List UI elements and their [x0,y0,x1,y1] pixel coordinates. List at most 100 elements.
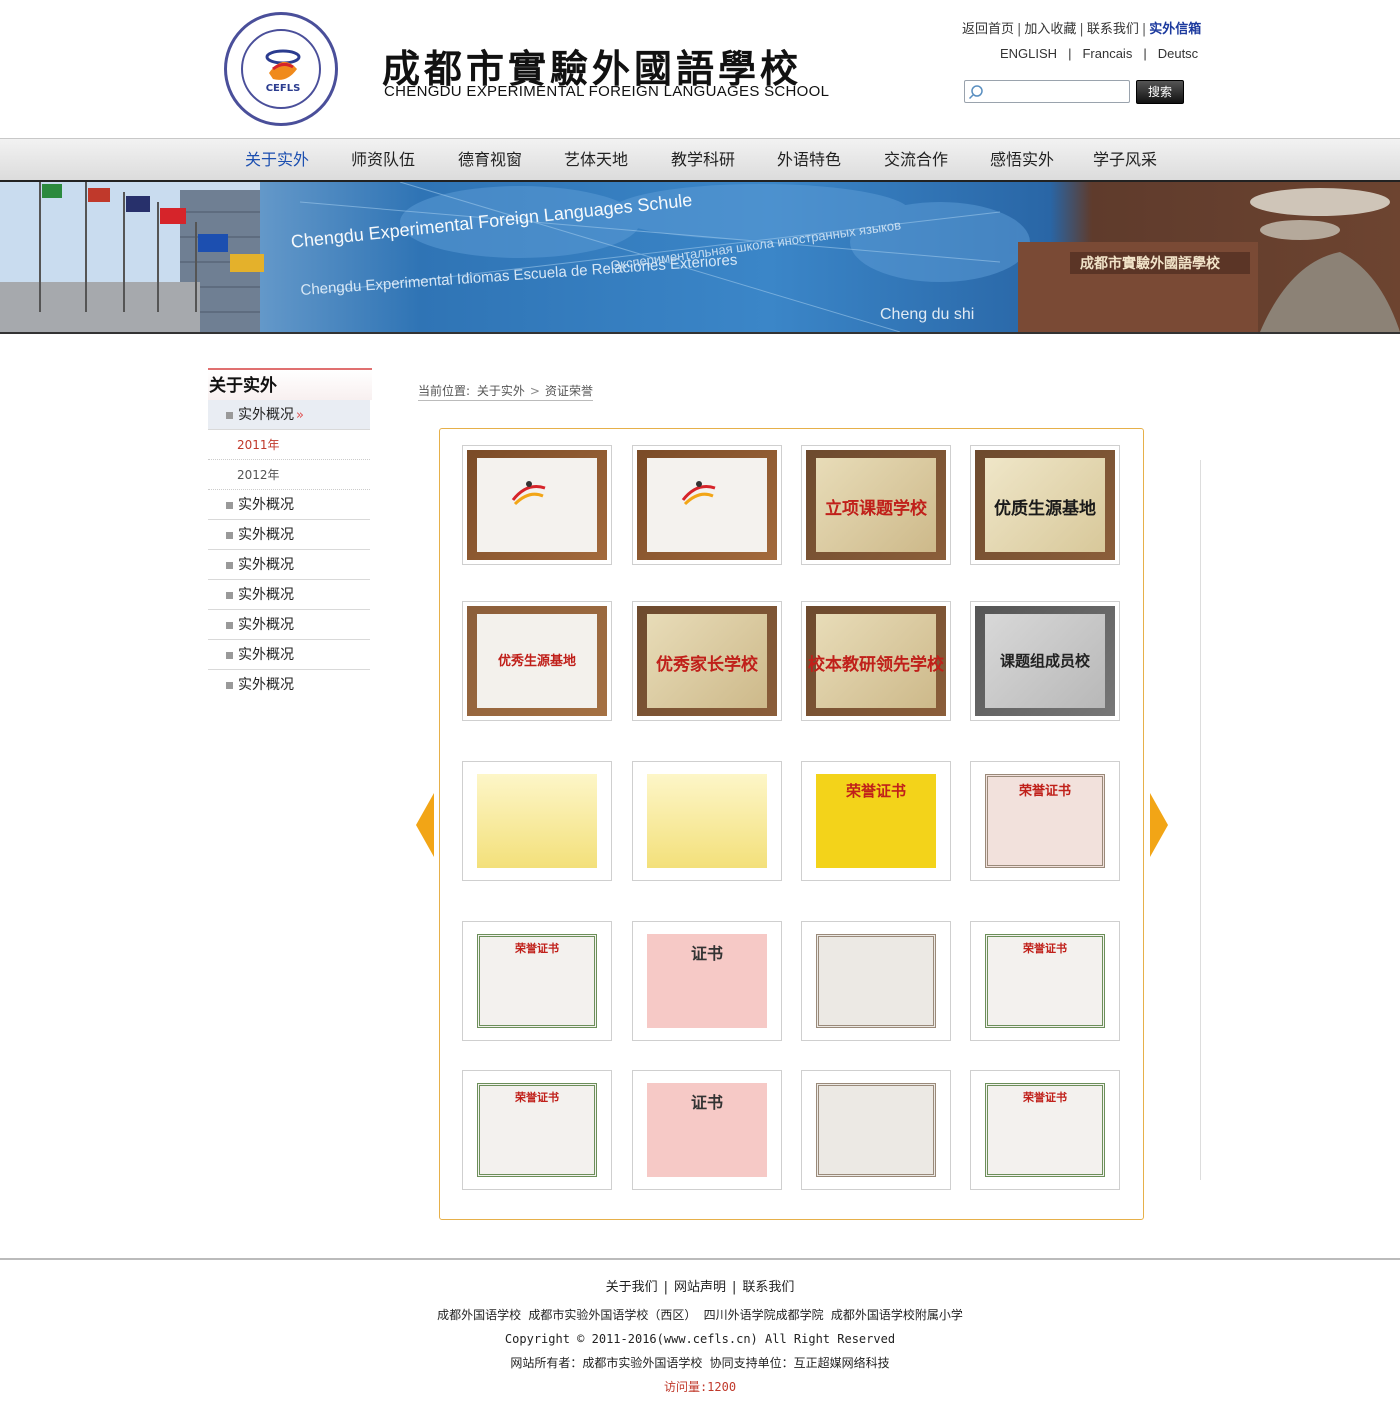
footer: 关于我们 | 网站声明 | 联系我们 成都外国语学校 成都市实验外国语学校（西区） 四川… [0,1258,1400,1418]
sidebar-title: 关于实外 [208,368,372,400]
nav-item-students[interactable]: 学子风采 [1080,139,1170,181]
nav-item-exchange[interactable]: 交流合作 [871,139,961,181]
gallery-thumbnail[interactable]: 荣誉证书 [970,921,1120,1041]
nav-item-faculty[interactable]: 师资队伍 [338,139,428,181]
certificate-image [637,766,777,876]
gallery-thumbnail[interactable]: 课题组成员校 [970,601,1120,721]
sidebar-item[interactable]: 实外概况 [208,640,370,670]
gallery-thumbnail[interactable] [801,1070,951,1190]
certificate-image: 立项课题学校 [806,450,946,560]
gallery-thumbnail[interactable] [462,445,612,565]
certificate-caption: 优质生源基地 [994,499,1096,519]
lang-french[interactable]: Francais [1082,46,1132,61]
link-home[interactable]: 返回首页 [962,22,1014,37]
search-icon [968,85,983,100]
footer-schools[interactable]: 成都外国语学校 成都市实验外国语学校（西区） 四川外语学院成都学院 成都外国语学… [0,1306,1400,1323]
gallery-thumbnail[interactable]: 荣誉证书 [801,761,951,881]
certificate-caption: 荣誉证书 [1018,784,1071,799]
certificate-caption: 荣誉证书 [1023,1091,1067,1104]
search-input[interactable] [989,83,1125,100]
gallery-thumbnail[interactable]: 校本教研领先学校 [801,601,951,721]
link-bookmark[interactable]: 加入收藏 [1024,22,1076,37]
link-mailbox[interactable]: 实外信箱 [1149,22,1201,37]
lang-english[interactable]: ENGLISH [1000,46,1057,61]
certificate-image: 优质生源基地 [975,450,1115,560]
nav-item-languages[interactable]: 外语特色 [764,139,854,181]
gallery-thumbnail[interactable]: 证书 [632,921,782,1041]
banner-sign-text: 成都市實驗外國語學校 [1080,255,1221,272]
certificate-caption: 证书 [690,944,723,963]
bullet-square-icon [226,682,233,689]
school-logo[interactable]: CEFLS [224,12,338,126]
gallery-thumbnail[interactable] [632,761,782,881]
footer-link-about[interactable]: 关于我们 [606,1280,658,1295]
banner-divider [0,332,1400,334]
breadcrumb-link-about[interactable]: 关于实外 [477,384,525,398]
language-links: ENGLISH | Francais | Deutsc [1000,46,1199,61]
sidebar-item[interactable]: 实外概况 [208,580,370,610]
gallery-next-arrow-icon[interactable] [1150,793,1168,857]
gallery-thumbnail[interactable] [632,445,782,565]
footer-owner: 网站所有者：成都市实验外国语学校 协同支持单位：互正超媒网络科技 [510,1356,890,1370]
certificate-image [467,450,607,560]
sidebar-item[interactable]: 实外概况 [208,670,370,700]
gallery-thumbnail[interactable]: 荣誉证书 [462,1070,612,1190]
link-contact[interactable]: 联系我们 [1087,22,1139,37]
sidebar-item-label: 实外概况 [238,497,294,513]
main-nav: 关于实外 师资队伍 德育视窗 艺体天地 教学科研 外语特色 交流合作 感悟实外 … [0,138,1400,182]
gallery-thumbnail[interactable]: 优秀家长学校 [632,601,782,721]
schulen-logo-icon [509,478,549,508]
gallery-thumbnail[interactable]: 荣誉证书 [970,1070,1120,1190]
breadcrumb-underline [418,400,593,401]
footer-link-contact[interactable]: 联系我们 [742,1280,794,1295]
gallery-thumbnail[interactable]: 荣誉证书 [970,761,1120,881]
footer-visit-count: 访问量:1200 [663,1380,737,1394]
nav-item-arts[interactable]: 艺体天地 [551,139,641,181]
gallery-thumbnail[interactable]: 优秀生源基地 [462,601,612,721]
logo-text: CEFLS [265,83,301,94]
certificate-face [816,934,936,1028]
sidebar-item-label: 实外概况 [238,677,294,693]
breadcrumb-current: 资证荣誉 [544,384,593,398]
nav-item-moral[interactable]: 德育视窗 [445,139,535,181]
certificate-image: 优秀生源基地 [467,606,607,716]
certificate-image [806,1075,946,1185]
certificate-caption: 荣誉证书 [845,782,906,800]
search-button[interactable]: 搜索 [1136,80,1184,104]
gallery-thumbnail[interactable]: 优质生源基地 [970,445,1120,565]
sidebar-item-label: 实外概况 [238,587,294,603]
footer-link-statement[interactable]: 网站声明 [674,1280,726,1295]
certificate-image: 荣誉证书 [467,1075,607,1185]
sidebar-item[interactable]: 实外概况 [208,550,370,580]
certificate-image [467,766,607,876]
certificate-image: 荣誉证书 [467,926,607,1036]
bullet-square-icon [226,532,233,539]
nav-item-insights[interactable]: 感悟实外 [977,139,1067,181]
gallery-prev-arrow-icon[interactable] [416,793,434,857]
sidebar-sub-2011[interactable]: 2011年 [208,430,370,460]
certificate-caption: 优秀家长学校 [656,655,758,675]
gallery-thumbnail[interactable] [462,761,612,881]
certificate-face [816,1083,936,1177]
gallery-thumbnail[interactable]: 立项课题学校 [801,445,951,565]
sidebar-item[interactable]: 实外概况 [208,490,370,520]
sidebar-item[interactable]: 实外概况 [208,520,370,550]
certificate-caption: 证书 [690,1093,723,1112]
sidebar-item-label: 实外概况 [238,407,294,423]
gallery-thumbnail[interactable] [801,921,951,1041]
school-name-en: CHENGDU EXPERIMENTAL FOREIGN LANGUAGES S… [384,83,830,100]
divider-line [1200,460,1201,1180]
breadcrumb-prefix: 当前位置: [418,384,471,398]
sidebar-sub-2012[interactable]: 2012年 [208,460,370,490]
certificate-image: 优秀家长学校 [637,606,777,716]
sidebar-item-overview[interactable]: 实外概况» [208,400,370,430]
sidebar-item[interactable]: 实外概况 [208,610,370,640]
certificate-caption: 课题组成员校 [999,652,1090,670]
gallery-thumbnail[interactable]: 证书 [632,1070,782,1190]
nav-item-research[interactable]: 教学科研 [658,139,748,181]
nav-item-about[interactable]: 关于实外 [232,139,322,181]
certificate-image [637,450,777,560]
chevron-right-icon: » [296,408,304,423]
gallery-thumbnail[interactable]: 荣誉证书 [462,921,612,1041]
lang-german[interactable]: Deutsc [1158,46,1198,61]
